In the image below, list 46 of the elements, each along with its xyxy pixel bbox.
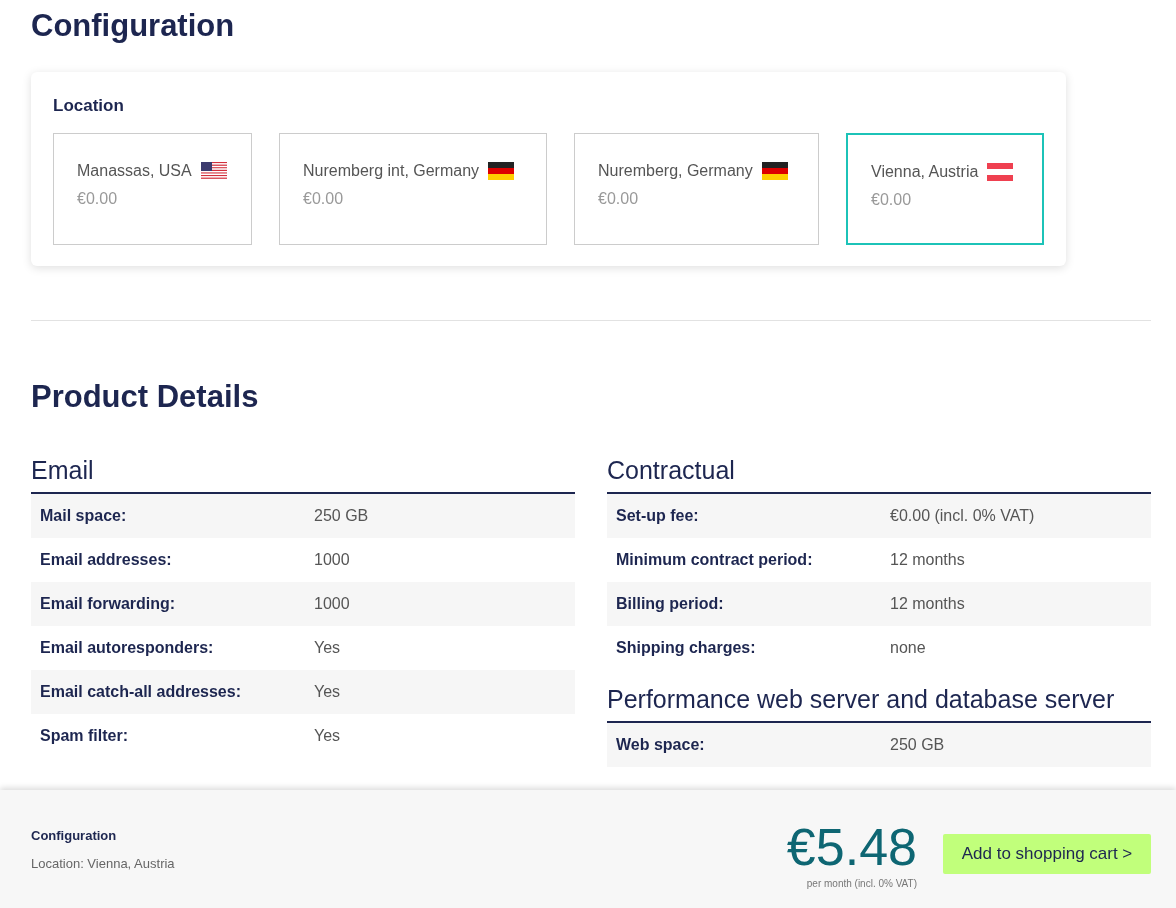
price-note: per month (incl. 0% VAT) <box>806 877 917 889</box>
table-cell: 12 months <box>890 551 965 569</box>
table-cell: 250 GB <box>314 507 369 525</box>
location-option[interactable]: Nuremberg int, Germany €0.00 <box>279 133 547 245</box>
location-price: €0.00 <box>871 191 912 209</box>
table-cell-text: Minimum contract period: <box>616 551 814 569</box>
location-name: Nuremberg int, Germany <box>303 162 480 180</box>
table-cell-text: Email autoresponders: <box>40 639 215 657</box>
table-cell: 250 GB <box>890 736 945 754</box>
table-cell: 1000 <box>314 595 350 613</box>
summary-title: Configuration <box>31 827 118 843</box>
table-cell-text: Email catch-all addresses: <box>40 683 242 701</box>
location-label: Location <box>53 96 125 116</box>
table-cell: 12 months <box>890 595 965 613</box>
location-name: Nuremberg, Germany <box>598 162 753 180</box>
location-name: Vienna, Austria <box>871 163 979 181</box>
location-option[interactable]: Manassas, USA €0.00 <box>53 133 252 245</box>
table-cell-text: Billing period: <box>616 595 725 613</box>
location-price: €0.00 <box>598 190 639 208</box>
section-title: Configuration <box>31 7 236 45</box>
table-cell-text: Mail space: <box>40 507 128 525</box>
table-cell-text: Spam filter: <box>40 727 129 745</box>
location-option[interactable]: Vienna, Austria €0.00 <box>846 133 1044 245</box>
total-price: €5.48 <box>786 819 917 874</box>
table-cell: €0.00 (incl. 0% VAT) <box>890 507 1035 525</box>
location-price: €0.00 <box>77 190 118 208</box>
flag-icon <box>761 162 788 180</box>
flag-icon <box>200 162 227 180</box>
table-cell: 1000 <box>314 551 350 569</box>
location-price: €0.00 <box>303 190 344 208</box>
flag-icon <box>987 163 1014 181</box>
table-cell-text: Set-up fee: <box>616 507 700 525</box>
section-title: Product Details <box>31 378 260 416</box>
table-cell-text: Web space: <box>616 736 706 754</box>
table-cell: Yes <box>314 727 341 745</box>
table-cell-text: Shipping charges: <box>616 639 757 657</box>
table-cell-text: Email forwarding: <box>40 595 177 613</box>
location-name: Manassas, USA <box>77 162 192 180</box>
table-cell: none <box>890 639 926 657</box>
flag-icon <box>488 162 515 180</box>
summary-text: Location: Vienna, Austria <box>31 855 175 871</box>
table-cell: Yes <box>314 639 341 657</box>
table-cell: Yes <box>314 683 341 701</box>
table-cell-text: Email addresses: <box>40 551 173 569</box>
location-option[interactable]: Nuremberg, Germany €0.00 <box>574 133 819 245</box>
add-to-cart-button[interactable]: Add to shopping cart > <box>943 833 1151 874</box>
